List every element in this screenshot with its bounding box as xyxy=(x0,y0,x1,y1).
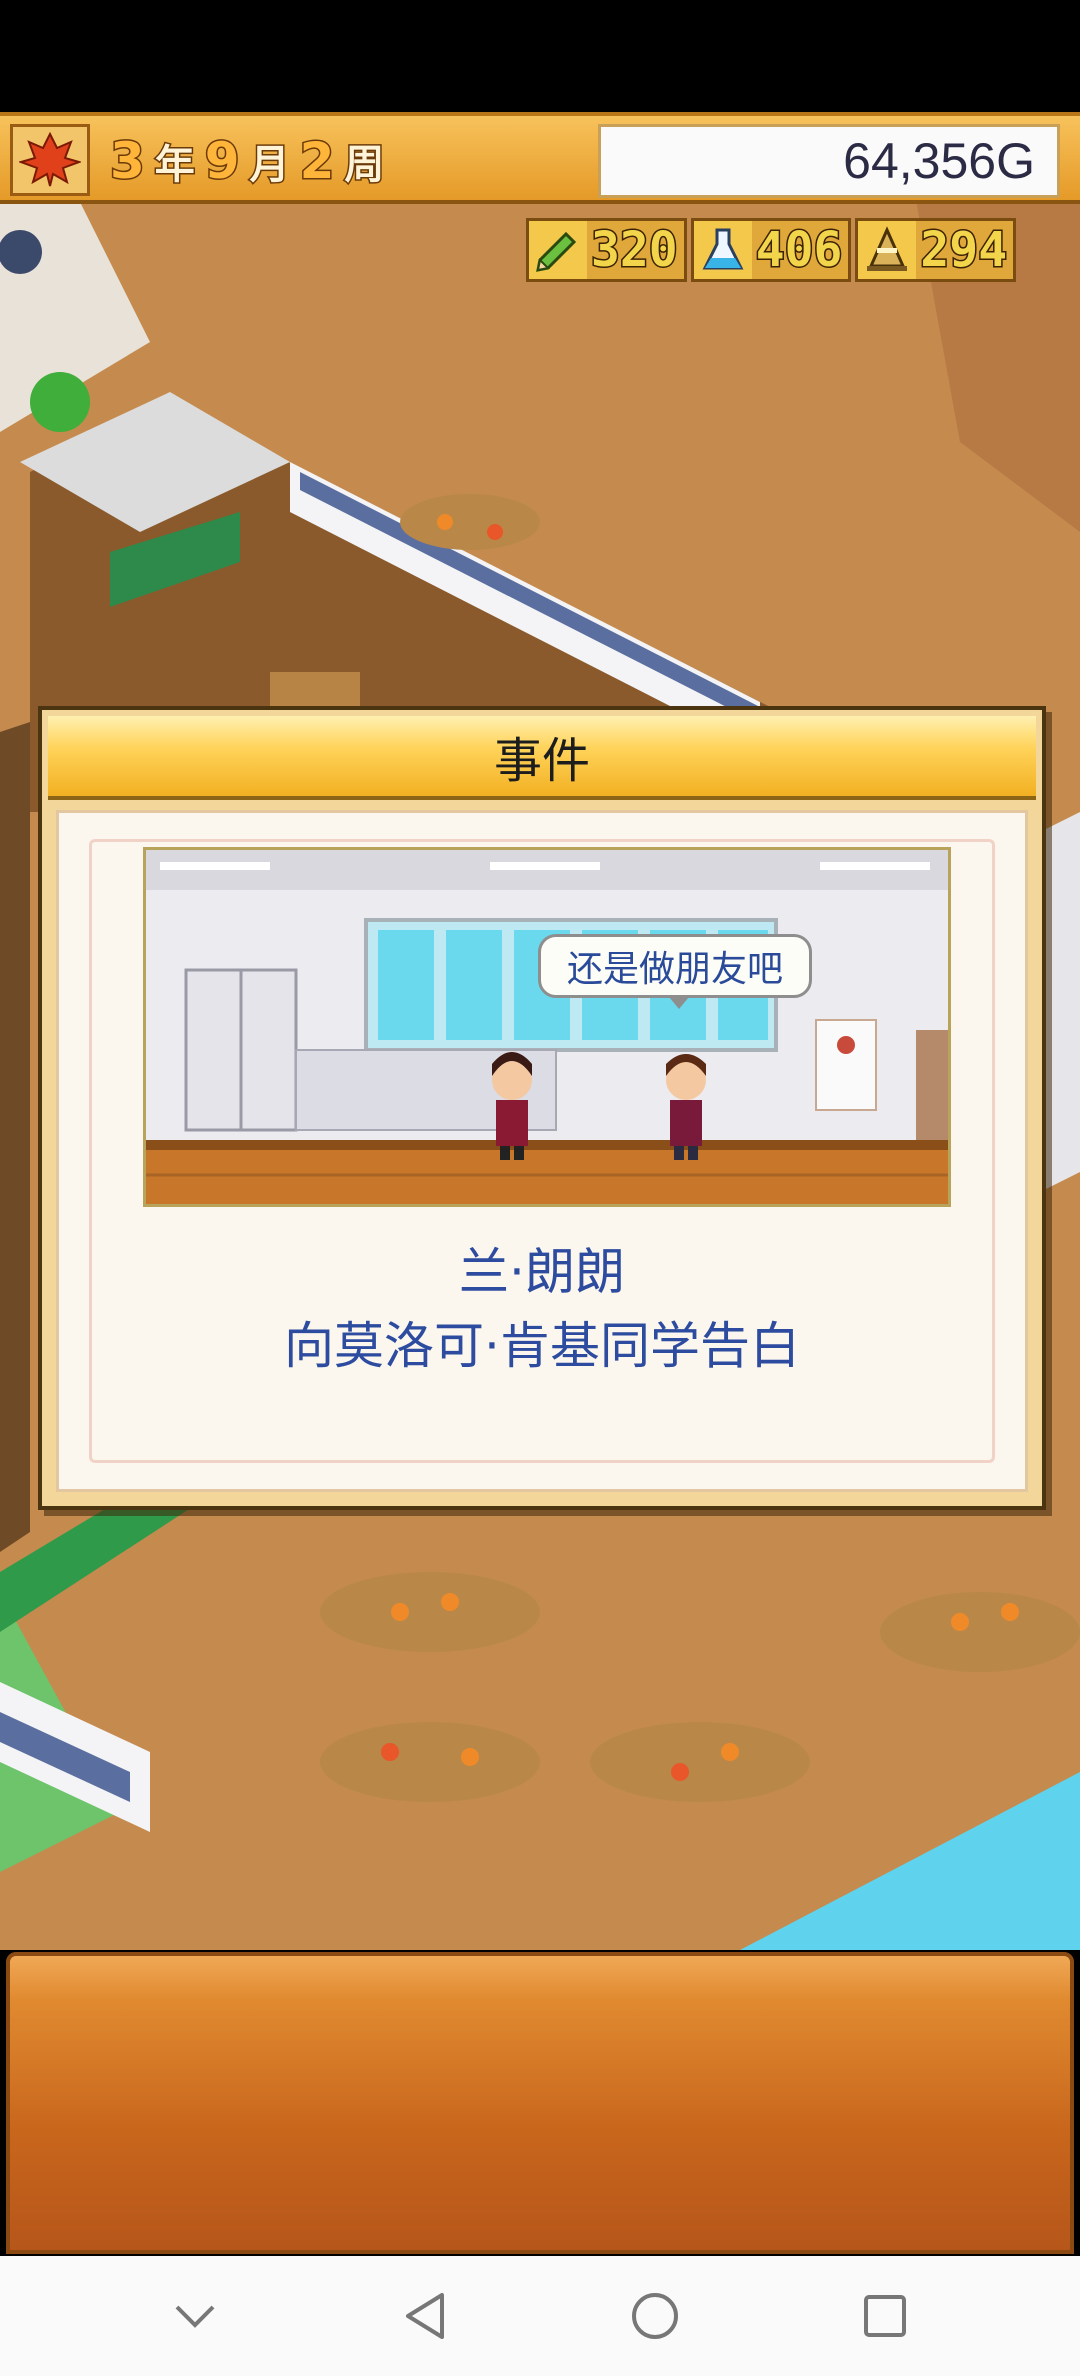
resource-research[interactable]: 406 xyxy=(690,218,852,282)
home-icon[interactable] xyxy=(620,2281,690,2351)
flower xyxy=(671,1763,689,1781)
event-message: 兰·朗朗 向莫洛可·肯基同学告白 xyxy=(59,1235,1025,1383)
speech-bubble: 还是做朋友吧 xyxy=(538,934,812,1009)
girl-character xyxy=(492,1052,532,1160)
event-body: 还是做朋友吧 兰·朗朗 向莫洛可·肯基同学告白 xyxy=(56,810,1028,1492)
top-hud: 3 年 9 月 2 周 64,356G xyxy=(0,112,1080,204)
event-line-name: 兰·朗朗 xyxy=(459,1243,625,1301)
event-title: 事件 xyxy=(48,716,1036,800)
year-number: 3 xyxy=(109,131,147,192)
flower-bed xyxy=(320,1572,540,1652)
resource-study[interactable]: 320 xyxy=(526,218,687,282)
month-number: 9 xyxy=(203,131,241,192)
flower xyxy=(441,1593,459,1611)
flower xyxy=(951,1613,969,1631)
collapse-icon[interactable] xyxy=(160,2281,230,2351)
system-nav-bar xyxy=(0,2256,1080,2376)
resource-sports[interactable]: 294 xyxy=(855,218,1017,282)
flower xyxy=(1001,1603,1019,1621)
sports-points-value: 294 xyxy=(916,221,1014,280)
student-sprite[interactable] xyxy=(0,230,42,274)
bottom-menu-panel[interactable] xyxy=(6,1952,1074,2254)
building-edge-left xyxy=(0,722,30,1552)
bush xyxy=(30,372,90,432)
status-bar xyxy=(0,0,1080,112)
flower xyxy=(381,1743,399,1761)
recents-icon[interactable] xyxy=(850,2281,920,2351)
flower xyxy=(487,524,503,540)
week-unit: 周 xyxy=(343,141,386,190)
study-points-value: 320 xyxy=(587,221,684,280)
flower-bed xyxy=(400,494,540,550)
flower xyxy=(391,1603,409,1621)
money-display[interactable]: 64,356G xyxy=(598,124,1060,198)
flower-bed xyxy=(880,1592,1080,1672)
year-unit: 年 xyxy=(153,141,196,190)
flower xyxy=(461,1748,479,1766)
research-points-value: 406 xyxy=(751,221,849,280)
back-icon[interactable] xyxy=(390,2281,460,2351)
event-line-action: 向莫洛可·肯基同学告白 xyxy=(284,1317,800,1375)
event-dialog[interactable]: 事件 还是做朋友吧 兰·朗朗 向莫洛可·肯基同学告白 xyxy=(38,706,1046,1510)
event-scene: 还是做朋友吧 xyxy=(143,847,951,1207)
flower xyxy=(721,1743,739,1761)
week-number: 2 xyxy=(298,131,336,192)
maple-leaf-icon[interactable] xyxy=(10,124,90,196)
flower-bed xyxy=(320,1722,540,1802)
flask-icon xyxy=(694,221,752,279)
classroom-scene xyxy=(146,850,948,1204)
resource-points: 320 406 294 xyxy=(526,218,1076,284)
building-edge xyxy=(1040,812,1080,1192)
cone-icon xyxy=(858,221,916,279)
pencil-icon xyxy=(529,221,587,279)
pool-water xyxy=(740,1772,1080,1950)
game-date: 3 年 9 月 2 周 xyxy=(109,126,386,196)
flower-bed xyxy=(590,1722,810,1802)
flower xyxy=(437,514,453,530)
boy-character xyxy=(666,1054,706,1160)
month-unit: 月 xyxy=(248,141,291,190)
